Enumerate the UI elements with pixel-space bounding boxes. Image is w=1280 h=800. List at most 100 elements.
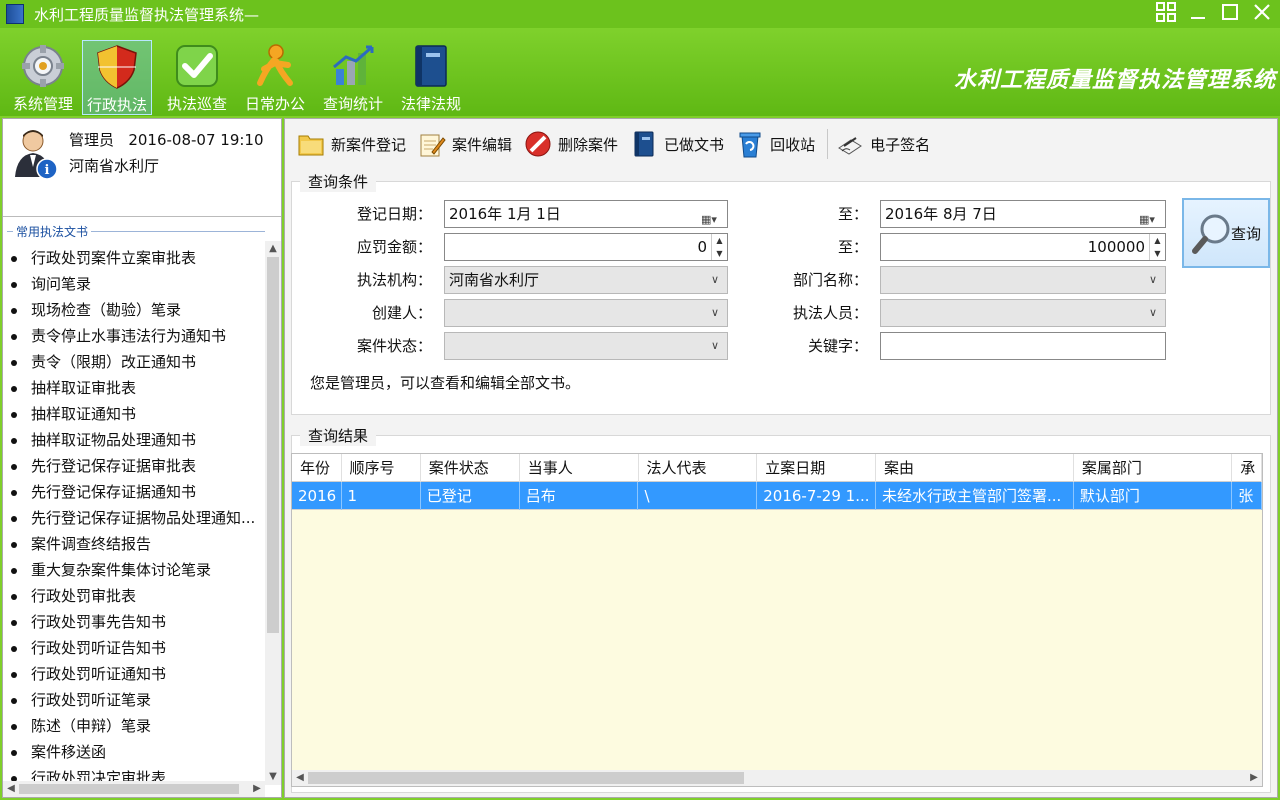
search-button[interactable]: 查询 <box>1182 198 1270 268</box>
menu-label: 执法巡查 <box>166 95 227 113</box>
docs-group-title: 常用执法文书 <box>13 223 92 240</box>
menu-enforcement-inspection[interactable]: 执法巡查 <box>162 40 232 116</box>
delete-icon <box>524 130 552 158</box>
grid-view-icon[interactable] <box>1156 2 1176 22</box>
delete-case-button[interactable]: 删除案件 <box>524 126 618 162</box>
calendar-dropdown-icon[interactable]: ▦▾ <box>701 207 719 226</box>
doc-list-item[interactable]: 抽样取证审批表 <box>3 375 265 401</box>
calendar-dropdown-icon[interactable]: ▦▾ <box>1139 207 1157 226</box>
doc-list-item[interactable]: 抽样取证通知书 <box>3 401 265 427</box>
table-row[interactable]: 2016 1 已登记 吕布 \ 2016-7-29 1... 未经水行政主管部门签署... 默… <box>292 482 1262 510</box>
table-cell: 张 <box>1232 482 1262 510</box>
scroll-up-icon[interactable]: ▲ <box>265 241 281 257</box>
doc-list-item[interactable]: 先行登记保存证据审批表 <box>3 453 265 479</box>
scroll-left-icon[interactable]: ◀ <box>3 781 19 797</box>
grid-horizontal-scrollbar[interactable]: ◀ ▶ <box>292 770 1262 786</box>
doc-item-label: 责令停止水事违法行为通知书 <box>31 327 227 345</box>
scroll-right-icon[interactable]: ▶ <box>249 781 265 797</box>
dept-select[interactable]: ∨ <box>880 266 1166 294</box>
docs-vertical-scrollbar[interactable]: ▲ ▼ <box>265 241 281 785</box>
doc-list-item[interactable]: 陈述（申辩）笔录 <box>3 713 265 739</box>
scroll-thumb[interactable] <box>19 784 239 794</box>
menu-query-statistics[interactable]: 查询统计 <box>318 40 388 116</box>
doc-item-label: 案件移送函 <box>31 743 107 761</box>
doc-list-item[interactable]: 案件调查终结报告 <box>3 531 265 557</box>
creator-select[interactable]: ∨ <box>444 299 728 327</box>
doc-list-item[interactable]: 行政处罚案件立案审批表 <box>3 245 265 271</box>
scroll-right-icon[interactable]: ▶ <box>1246 770 1262 786</box>
scroll-thumb[interactable] <box>308 772 744 784</box>
bullet-icon <box>11 411 17 418</box>
doc-item-label: 先行登记保存证据审批表 <box>31 457 197 475</box>
close-icon[interactable] <box>1252 2 1272 22</box>
doc-list-item[interactable]: 先行登记保存证据通知书 <box>3 479 265 505</box>
user-org: 河南省水利厅 <box>69 157 160 175</box>
recycle-bin-button[interactable]: 回收站 <box>736 126 815 162</box>
e-sign-button[interactable]: 电子签名 <box>836 126 930 162</box>
doc-list-item[interactable]: 先行登记保存证据物品处理通知... <box>3 505 265 531</box>
edit-case-button[interactable]: 案件编辑 <box>418 126 512 162</box>
doc-list-item[interactable]: 行政处罚听证告知书 <box>3 635 265 661</box>
doc-list-item[interactable]: 行政处罚事先告知书 <box>3 609 265 635</box>
reg-date-to-picker[interactable]: 2016年 8月 7日 ▦▾ <box>880 200 1166 228</box>
officer-select[interactable]: ∨ <box>880 299 1166 327</box>
doc-list-item[interactable]: 责令（限期）改正通知书 <box>3 349 265 375</box>
spin-arrows-icon[interactable]: ▲ ▼ <box>1149 234 1165 260</box>
doc-item-label: 行政处罚案件立案审批表 <box>31 249 197 267</box>
column-header[interactable]: 顺序号 <box>342 454 421 482</box>
bullet-icon <box>11 645 17 652</box>
recycle-bin-icon <box>736 130 764 158</box>
column-header[interactable]: 案由 <box>876 454 1074 482</box>
docs-horizontal-scrollbar[interactable]: ◀ ▶ <box>3 781 265 797</box>
common-docs-group: 常用执法文书 行政处罚案件立案审批表询问笔录 现场检查（勘验）笔录责令停止水事违法… <box>3 221 281 797</box>
grid-body: 2016 1 已登记 吕布 \ 2016-7-29 1... 未经水行政主管部门签署... 默… <box>292 482 1262 510</box>
menu-daily-office[interactable]: 日常办公 <box>240 40 310 116</box>
doc-list-item[interactable]: 行政处罚审批表 <box>3 583 265 609</box>
doc-list-item[interactable]: 行政处罚决定审批表 <box>3 765 265 781</box>
gear-icon <box>19 42 67 90</box>
scroll-thumb[interactable] <box>267 257 279 633</box>
doc-list-item[interactable]: 行政处罚听证笔录 <box>3 687 265 713</box>
spin-arrows-icon[interactable]: ▲ ▼ <box>711 234 727 260</box>
fine-to-stepper[interactable]: 100000 ▲ ▼ <box>880 233 1166 261</box>
column-header[interactable]: 法人代表 <box>639 454 758 482</box>
maximize-icon[interactable] <box>1220 2 1240 22</box>
scroll-left-icon[interactable]: ◀ <box>292 770 308 786</box>
minimize-icon[interactable] <box>1188 2 1208 22</box>
table-cell: 2016 <box>292 482 342 510</box>
doc-list-item[interactable]: 现场检查（勘验）笔录 <box>3 297 265 323</box>
fine-from-stepper[interactable]: 0 ▲ ▼ <box>444 233 728 261</box>
keyword-input[interactable] <box>880 332 1166 360</box>
admin-avatar-icon: i <box>13 127 59 181</box>
doc-list-item[interactable]: 案件移送函 <box>3 739 265 765</box>
column-header[interactable]: 立案日期 <box>757 454 877 482</box>
doc-list-item[interactable]: 询问笔录 <box>3 271 265 297</box>
bullet-icon <box>11 333 17 340</box>
menu-system-management[interactable]: 系统管理 <box>8 40 78 116</box>
permission-note: 您是管理员，可以查看和编辑全部文书。 <box>310 374 581 392</box>
scroll-down-icon[interactable]: ▼ <box>265 769 281 785</box>
column-header[interactable]: 承 <box>1232 454 1262 482</box>
column-header[interactable]: 年份 <box>292 454 342 482</box>
bullet-icon <box>11 437 17 444</box>
agency-select[interactable]: 河南省水利厅 ∨ <box>444 266 728 294</box>
column-header[interactable]: 当事人 <box>520 454 639 482</box>
menu-label: 行政执法 <box>86 96 147 114</box>
status-select[interactable]: ∨ <box>444 332 728 360</box>
new-case-button[interactable]: 新案件登记 <box>297 126 406 162</box>
done-docs-button[interactable]: 已做文书 <box>630 126 724 162</box>
doc-list-item[interactable]: 重大复杂案件集体讨论笔录 <box>3 557 265 583</box>
doc-list-item[interactable]: 责令停止水事违法行为通知书 <box>3 323 265 349</box>
menu-administrative-enforcement[interactable]: 行政执法 <box>82 40 152 115</box>
column-header[interactable]: 案属部门 <box>1074 454 1233 482</box>
doc-list-item[interactable]: 行政处罚听证通知书 <box>3 661 265 687</box>
reg-date-from-picker[interactable]: 2016年 1月 1日 ▦▾ <box>444 200 728 228</box>
new-case-label: 新案件登记 <box>331 135 407 154</box>
column-header[interactable]: 案件状态 <box>421 454 520 482</box>
check-icon <box>173 42 221 90</box>
doc-list-item[interactable]: 抽样取证物品处理通知书 <box>3 427 265 453</box>
bullet-icon <box>11 281 17 288</box>
brand-title: 水利工程质量监督执法管理系统 <box>953 68 1276 93</box>
fine-from-value: 0 <box>697 238 707 256</box>
menu-laws-regulations[interactable]: 法律法规 <box>396 40 466 116</box>
